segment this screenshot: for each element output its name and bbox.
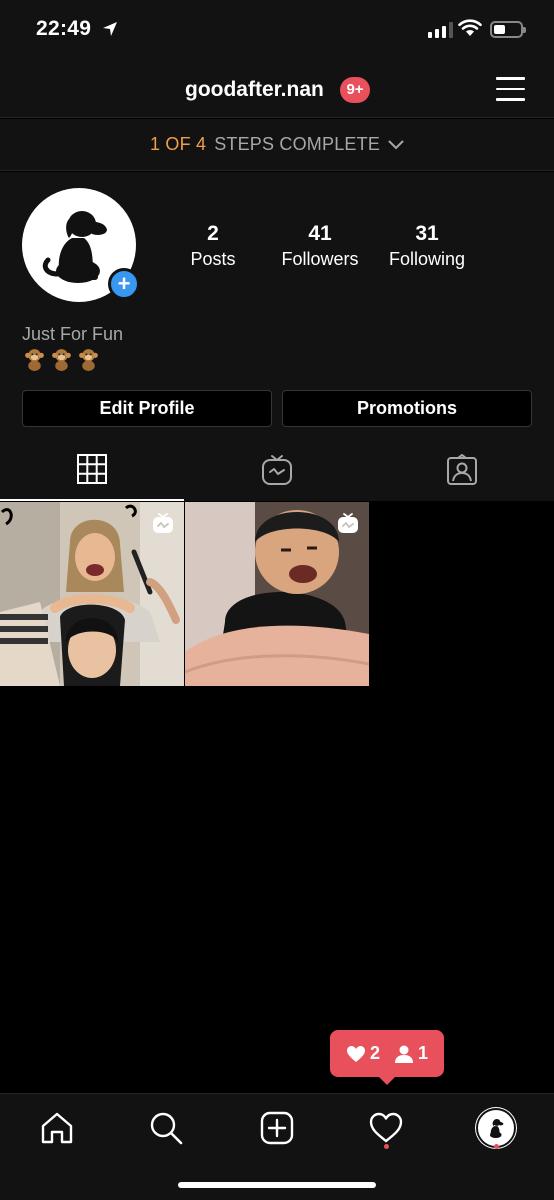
monkey-emoji-icon: [79, 349, 98, 371]
profile-section: + 2 Posts 41 Followers 31 Following Just…: [0, 172, 554, 501]
dog-logo-icon: [489, 1119, 504, 1138]
followers-stat[interactable]: 41 Followers: [270, 222, 370, 270]
followers-label: Followers: [281, 249, 359, 269]
posts-label: Posts: [190, 249, 236, 269]
nav-profile[interactable]: [476, 1108, 516, 1148]
post-grid: [0, 502, 554, 686]
notification-badge[interactable]: 9+: [340, 77, 370, 103]
steps-complete-banner[interactable]: 1 OF 4 STEPS COMPLETE: [0, 119, 554, 171]
wifi-icon: [458, 19, 482, 36]
following-stat[interactable]: 31 Following: [377, 222, 477, 270]
bio-emoji: [22, 347, 101, 372]
username-title[interactable]: goodafter.nan: [185, 78, 324, 102]
tab-grid[interactable]: [0, 438, 184, 501]
posts-stat: 2 Posts: [163, 222, 263, 270]
following-label: Following: [388, 249, 466, 269]
steps-progress: 1 OF 4: [149, 134, 207, 154]
promotions-button[interactable]: Promotions: [282, 390, 532, 427]
home-icon: [41, 1112, 73, 1144]
search-icon: [150, 1112, 183, 1145]
posts-count: 2: [207, 222, 219, 245]
create-post-icon: [260, 1111, 294, 1145]
heart-filled-icon: [346, 1045, 365, 1062]
battery-icon: [490, 21, 526, 38]
post-thumbnail[interactable]: [185, 502, 369, 686]
steps-label: STEPS COMPLETE: [214, 134, 381, 154]
location-arrow-icon: [103, 22, 117, 36]
hamburger-menu-icon[interactable]: [496, 77, 525, 101]
tab-igtv[interactable]: [185, 438, 369, 501]
monkey-emoji-icon: [52, 349, 71, 371]
chevron-down-icon: [388, 140, 404, 149]
cellular-signal-icon: [428, 22, 453, 38]
nav-create[interactable]: [257, 1108, 297, 1148]
follows-count: 1: [418, 1043, 429, 1063]
home-indicator[interactable]: [178, 1182, 376, 1188]
followers-count: 41: [308, 222, 332, 245]
nav-home[interactable]: [37, 1108, 77, 1148]
nav-activity[interactable]: [366, 1108, 406, 1148]
activity-dot: [384, 1144, 389, 1149]
grid-icon: [77, 453, 107, 484]
edit-profile-button[interactable]: Edit Profile: [22, 390, 272, 427]
activity-popup[interactable]: 2 1: [330, 1030, 444, 1085]
activity-heart-icon: [369, 1112, 403, 1143]
tagged-icon: [447, 453, 477, 485]
bio-name: Just For Fun: [22, 324, 124, 344]
profile-tabs: [0, 438, 554, 501]
person-icon: [395, 1045, 413, 1063]
igtv-small-icon: [153, 513, 173, 533]
likes-count: 2: [369, 1043, 380, 1063]
nav-search[interactable]: [146, 1108, 186, 1148]
monkey-emoji-icon: [25, 349, 44, 371]
post-thumbnail[interactable]: [0, 502, 184, 686]
profile-dot: [494, 1144, 499, 1149]
battery-level: [494, 25, 505, 34]
follows-notification: 1: [394, 1043, 428, 1064]
profile-avatar-icon: [478, 1110, 514, 1146]
igtv-icon: [262, 454, 292, 485]
following-count: 31: [415, 222, 439, 245]
igtv-small-icon: [338, 513, 358, 533]
profile-header: goodafter.nan 9+: [0, 62, 554, 118]
status-bar: 22:49: [0, 0, 554, 62]
likes-notification: 2: [346, 1043, 380, 1064]
status-time: 22:49: [36, 17, 92, 40]
tab-tagged[interactable]: [370, 438, 554, 501]
add-story-button[interactable]: +: [108, 268, 140, 300]
